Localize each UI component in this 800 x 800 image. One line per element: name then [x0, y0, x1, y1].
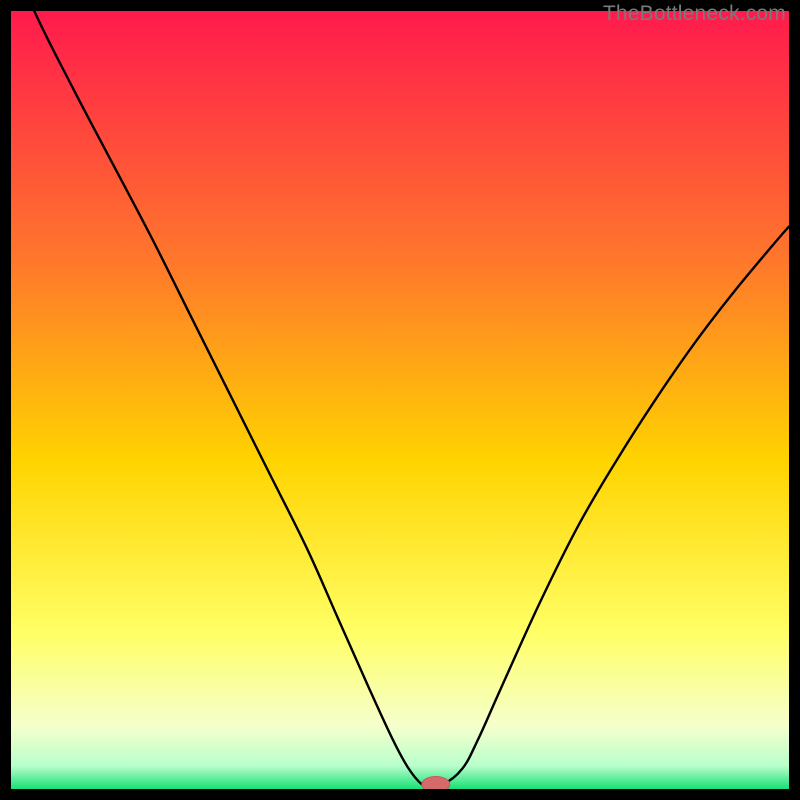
- gradient-background: [11, 11, 789, 789]
- watermark-text: TheBottleneck.com: [603, 2, 786, 26]
- plot-area: [11, 11, 789, 789]
- chart-stage: TheBottleneck.com: [0, 0, 800, 800]
- chart-svg: [11, 11, 789, 789]
- optimum-marker: [422, 777, 450, 789]
